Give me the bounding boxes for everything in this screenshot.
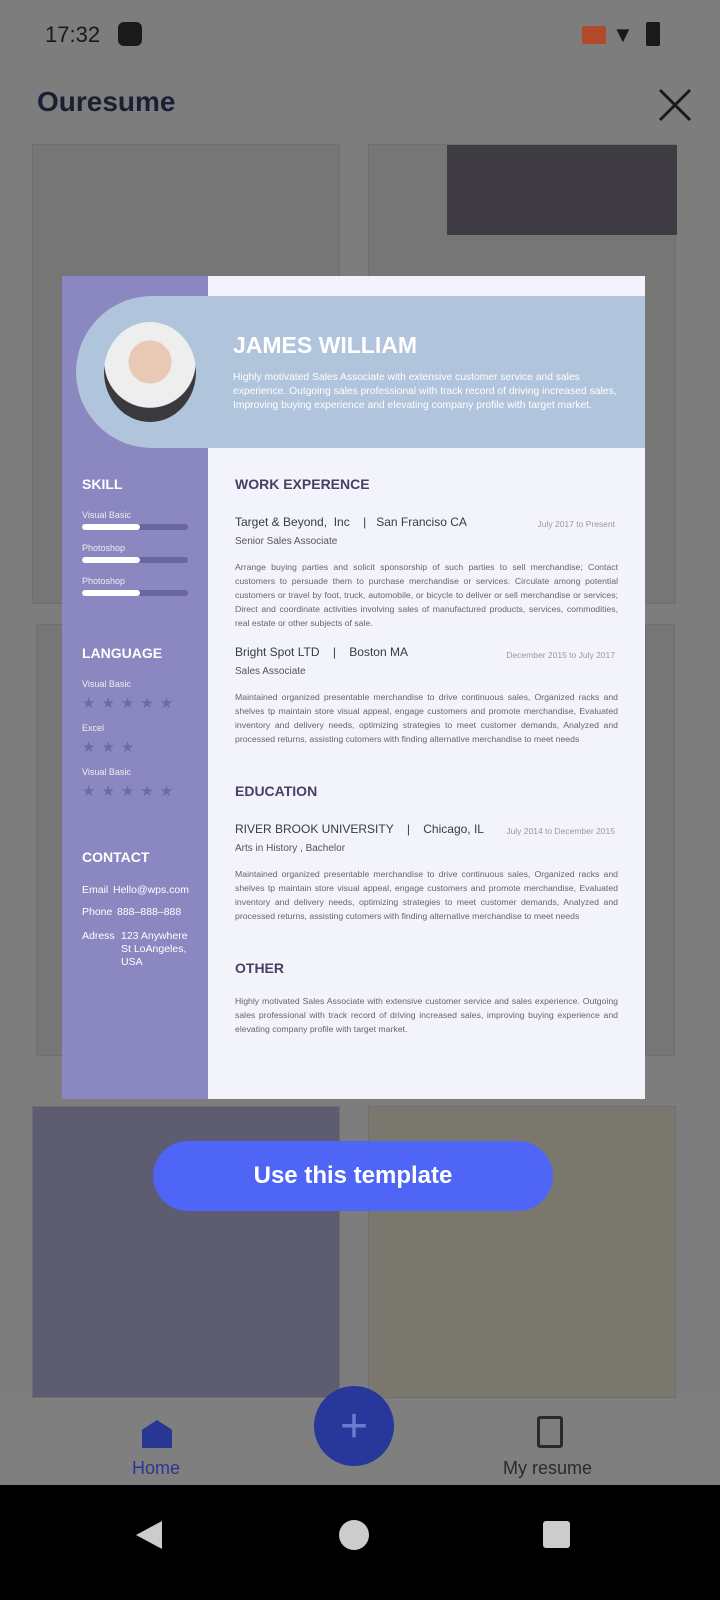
- skill-title: SKILL: [82, 476, 123, 492]
- skill-bar: [82, 557, 188, 563]
- degree: Arts in History , Bachelor: [235, 843, 346, 854]
- skill-bar: [82, 590, 188, 596]
- app-title: Ouresume: [37, 86, 176, 117]
- resume-name: JAMES WILLIAM: [233, 332, 417, 358]
- recents-icon[interactable]: [543, 1521, 570, 1548]
- work-title: WORK EXPERENCE: [235, 476, 370, 492]
- nav-home[interactable]: Home: [132, 1458, 180, 1479]
- contact-title: CONTACT: [82, 849, 150, 865]
- job-date: July 2017 to Present: [537, 519, 616, 529]
- phone-value: 888–888–888: [117, 906, 182, 918]
- back-icon[interactable]: [136, 1521, 162, 1549]
- job-company: Bright Spot LTD | Boston MA: [235, 645, 408, 659]
- home-circle-icon[interactable]: [339, 1520, 369, 1550]
- system-nav-bar: [0, 1485, 720, 1600]
- use-template-button[interactable]: Use this template: [153, 1141, 553, 1211]
- nav-my-resume[interactable]: My resume: [503, 1458, 592, 1479]
- other-text: Highly motivated Sales Associate with ex…: [235, 996, 618, 1034]
- document-icon[interactable]: [537, 1416, 563, 1448]
- template-preview: JAMES WILLIAM Highly motivated Sales Ass…: [62, 276, 645, 1099]
- status-bar: 17:32 ▼: [0, 0, 720, 70]
- cast-icon: [582, 26, 606, 44]
- address-label: Adress: [82, 930, 115, 942]
- education-description: Maintained organized presentable merchan…: [235, 869, 618, 921]
- notification-icon: [118, 22, 142, 46]
- resume-summary: Highly motivated Sales Associate with ex…: [233, 372, 617, 411]
- skill-label: Visual Basic: [82, 510, 131, 520]
- job-role: Sales Associate: [235, 666, 306, 677]
- email-value: Hello@wps.com: [113, 884, 190, 896]
- skill-bar: [82, 524, 188, 530]
- skill-label: Photoshop: [82, 543, 126, 553]
- avatar: [104, 322, 196, 422]
- language-label: Visual Basic: [82, 767, 131, 777]
- address-value: 123 Anywhere St LoAngeles, USA: [121, 930, 188, 968]
- other-title: OTHER: [235, 960, 284, 976]
- email-label: Email: [82, 884, 109, 896]
- phone-label: Phone: [82, 906, 113, 918]
- job-date: December 2015 to July 2017: [506, 650, 615, 660]
- language-label: Excel: [82, 723, 105, 733]
- clock: 17:32: [45, 22, 101, 47]
- job-role: Senior Sales Associate: [235, 536, 338, 547]
- education-date: July 2014 to December 2015: [506, 826, 615, 836]
- language-label: Visual Basic: [82, 679, 131, 689]
- skill-label: Photoshop: [82, 576, 126, 586]
- school: RIVER BROOK UNIVERSITY | Chicago, IL: [235, 822, 484, 836]
- rating-stars: ★★★: [82, 739, 141, 756]
- add-button[interactable]: +: [314, 1386, 394, 1466]
- education-title: EDUCATION: [235, 783, 318, 799]
- job-description: Maintained organized presentable merchan…: [235, 692, 618, 744]
- home-icon[interactable]: [142, 1420, 172, 1448]
- rating-stars: ★★★★★: [82, 783, 180, 800]
- close-icon[interactable]: [658, 88, 692, 122]
- job-company: Target & Beyond, Inc | San Franciso CA: [235, 515, 467, 529]
- rating-stars: ★★★★★: [82, 695, 180, 712]
- language-title: LANGUAGE: [82, 645, 163, 661]
- battery-icon: [646, 22, 660, 46]
- wifi-icon: ▼: [612, 22, 634, 47]
- job-description: Arrange buying parties and solicit spons…: [235, 562, 618, 628]
- template-card[interactable]: [645, 624, 675, 1056]
